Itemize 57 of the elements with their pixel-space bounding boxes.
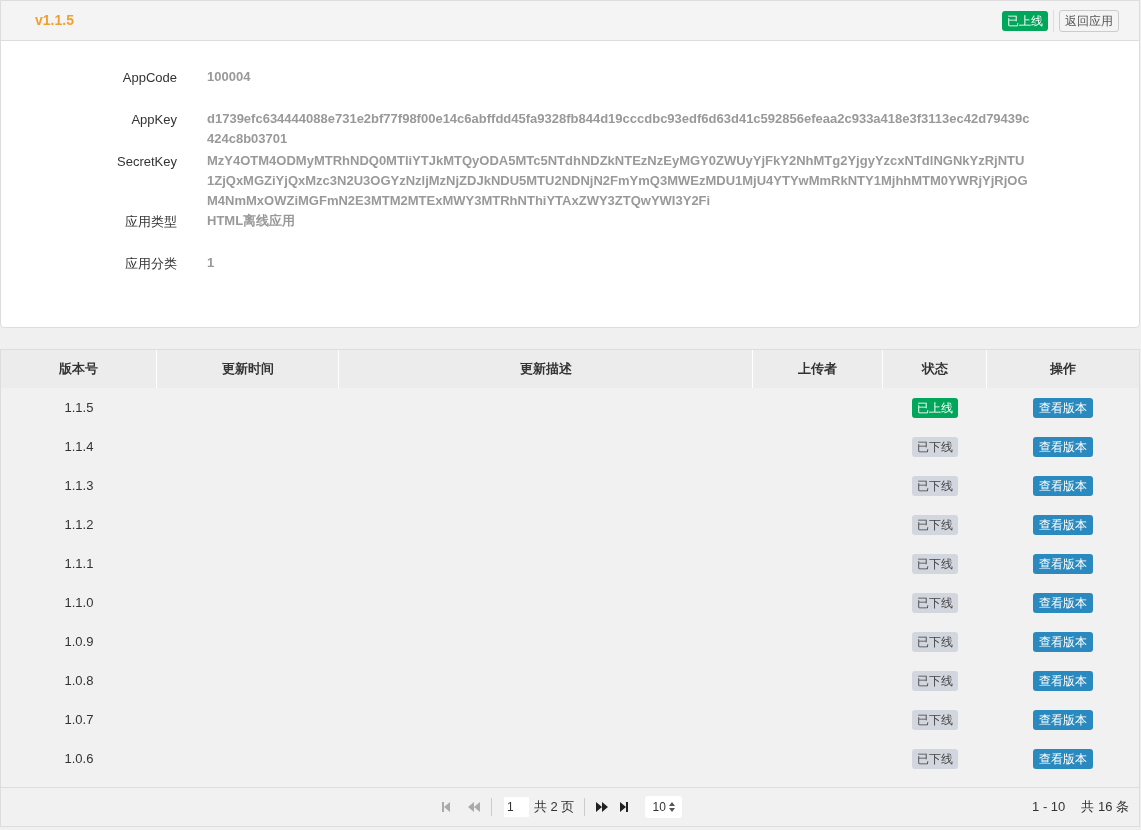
field-value: MzY4OTM4ODMyMTRhNDQ0MTliYTJkMTQyODA5MTc5NTdhNDZkNTEzNzEyMGY0ZWUyYjFkY2NhMTg2YjgyYzcxNTdlNGNkYzRjNTU1ZjQxMGZiYjQxMzc3N2U3OGYzNzljMzNjZDJkNDU5MTU2NDNjN2FmYmQ3MWEzMDU1MjU4YTYwMmRkNTY1MjhhMTM0YWRjYjRjOGM4NmMxOWZiMGFmN2E3MTM2MTExMWY3MTRhNThiYTAxZWY3ZTQwYWI3Y2Fi <box>207 152 1029 210</box>
column-header: 状态 <box>883 350 987 388</box>
version-cell-text: 1.1.1 <box>64 554 94 573</box>
last-page-icon[interactable] <box>619 801 630 813</box>
field-label: 应用分类 <box>124 255 177 273</box>
view-version-button[interactable]: 查看版本 <box>1033 475 1093 496</box>
column-header: 版本号 <box>1 350 157 388</box>
status-badge: 已下线 <box>912 436 958 457</box>
status-badge: 已下线 <box>912 670 958 691</box>
version-cell-text: 1.1.5 <box>64 398 94 417</box>
back-button[interactable]: 返回应用 <box>1059 9 1119 32</box>
field-label: AppCode <box>121 69 177 87</box>
view-version-button[interactable]: 查看版本 <box>1033 436 1093 457</box>
status-badge: 已下线 <box>912 475 958 496</box>
page-input[interactable]: 1 <box>504 797 529 817</box>
view-version-button[interactable]: 查看版本 <box>1033 670 1093 691</box>
column-header: 更新时间 <box>157 350 339 388</box>
view-version-button[interactable]: 查看版本 <box>1033 748 1093 769</box>
view-version-button[interactable]: 查看版本 <box>1033 514 1093 535</box>
field-value: d1739efc634444088e731e2bf77f98f00e14c6abffdd45fa9328fb844d19cccdbc93edf6d63d41c592856efeaa2c933a418e3f3113ec42d79439c424c8b03701 <box>207 110 1031 148</box>
view-version-button[interactable]: 查看版本 <box>1033 592 1093 613</box>
version-cell-text: 1.0.8 <box>64 671 94 690</box>
version-cell-text: 1.0.6 <box>64 749 94 768</box>
view-version-button[interactable]: 查看版本 <box>1033 709 1093 730</box>
status-badge: 已下线 <box>912 748 958 769</box>
version-cell-text: 1.0.7 <box>64 710 94 729</box>
version-cell-text: 1.1.2 <box>64 515 94 534</box>
field-value: HTML离线应用 <box>207 212 297 230</box>
total-pages-text: 共 2 页 <box>534 798 575 817</box>
status-badge: 已下线 <box>912 592 958 613</box>
status-badge: 已下线 <box>912 631 958 652</box>
status-badge: 已下线 <box>912 514 958 535</box>
up-down-arrows-icon <box>668 802 675 812</box>
next-page-icon[interactable] <box>595 801 610 813</box>
view-version-button[interactable]: 查看版本 <box>1033 397 1093 418</box>
field-label: SecretKey <box>116 153 177 171</box>
field-value: 100004 <box>207 68 252 86</box>
field-value: 1 <box>207 254 216 272</box>
status-badge: 已下线 <box>912 553 958 574</box>
view-version-button[interactable]: 查看版本 <box>1033 631 1093 652</box>
version-cell-text: 1.1.0 <box>64 593 94 612</box>
page-size-select[interactable]: 10 <box>645 796 682 818</box>
column-header: 更新描述 <box>339 350 753 388</box>
version-cell-text: 1.1.3 <box>64 476 94 495</box>
field-label: 应用类型 <box>124 213 177 231</box>
version-title: v1.1.5 <box>35 11 74 30</box>
range-text: 1 - 10 <box>1032 798 1066 817</box>
status-badge: 已下线 <box>912 709 958 730</box>
field-label: AppKey <box>130 111 177 129</box>
column-header: 操作 <box>1049 360 1077 379</box>
status-badge: 已上线 <box>912 397 958 418</box>
version-cell-text: 1.1.4 <box>64 437 94 456</box>
version-cell-text: 1.0.9 <box>64 632 94 651</box>
column-header: 上传者 <box>753 350 883 388</box>
view-version-button[interactable]: 查看版本 <box>1033 553 1093 574</box>
total-count-text: 共 16 条 <box>1081 798 1129 817</box>
status-badge: 已上线 <box>1002 10 1048 31</box>
